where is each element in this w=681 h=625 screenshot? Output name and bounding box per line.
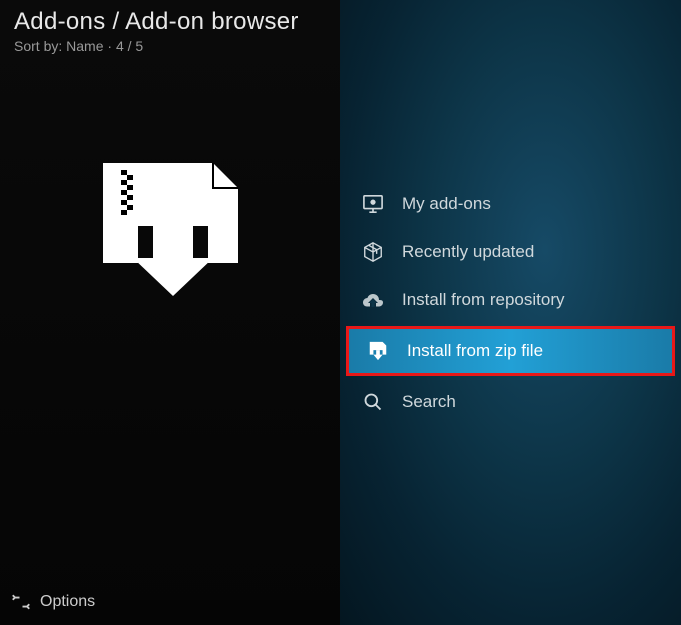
menu-item-recently-updated[interactable]: Recently updated [340,228,681,276]
box-icon [358,241,388,263]
item-counter: 4 / 5 [116,38,143,54]
options-icon [12,593,30,611]
menu-label: Install from repository [402,290,565,310]
sort-value: Name [66,38,103,54]
menu-label: Search [402,392,456,412]
options-label: Options [40,593,95,611]
menu-panel: My add-ons Recently updated Install from… [340,0,681,625]
cloud-download-icon [358,290,388,310]
sort-info: Sort by: Name · 4 / 5 [14,38,326,54]
menu-item-install-repository[interactable]: Install from repository [340,276,681,324]
left-panel: Add-ons / Add-on browser Sort by: Name ·… [0,0,340,625]
menu-item-install-zip[interactable]: Install from zip file [346,326,675,376]
menu-label: My add-ons [402,194,491,214]
menu-label: Recently updated [402,242,534,262]
menu-item-search[interactable]: Search [340,378,681,426]
menu-item-my-addons[interactable]: My add-ons [340,180,681,228]
monitor-icon [358,194,388,214]
content-icon-area [0,58,340,303]
zip-download-large-icon [93,158,248,303]
options-button[interactable]: Options [0,579,340,625]
search-icon [358,392,388,412]
sort-prefix: Sort by: [14,38,66,54]
zip-download-icon [363,340,393,362]
page-title: Add-ons / Add-on browser [14,8,326,36]
header: Add-ons / Add-on browser Sort by: Name ·… [0,0,340,58]
menu-label: Install from zip file [407,341,543,361]
